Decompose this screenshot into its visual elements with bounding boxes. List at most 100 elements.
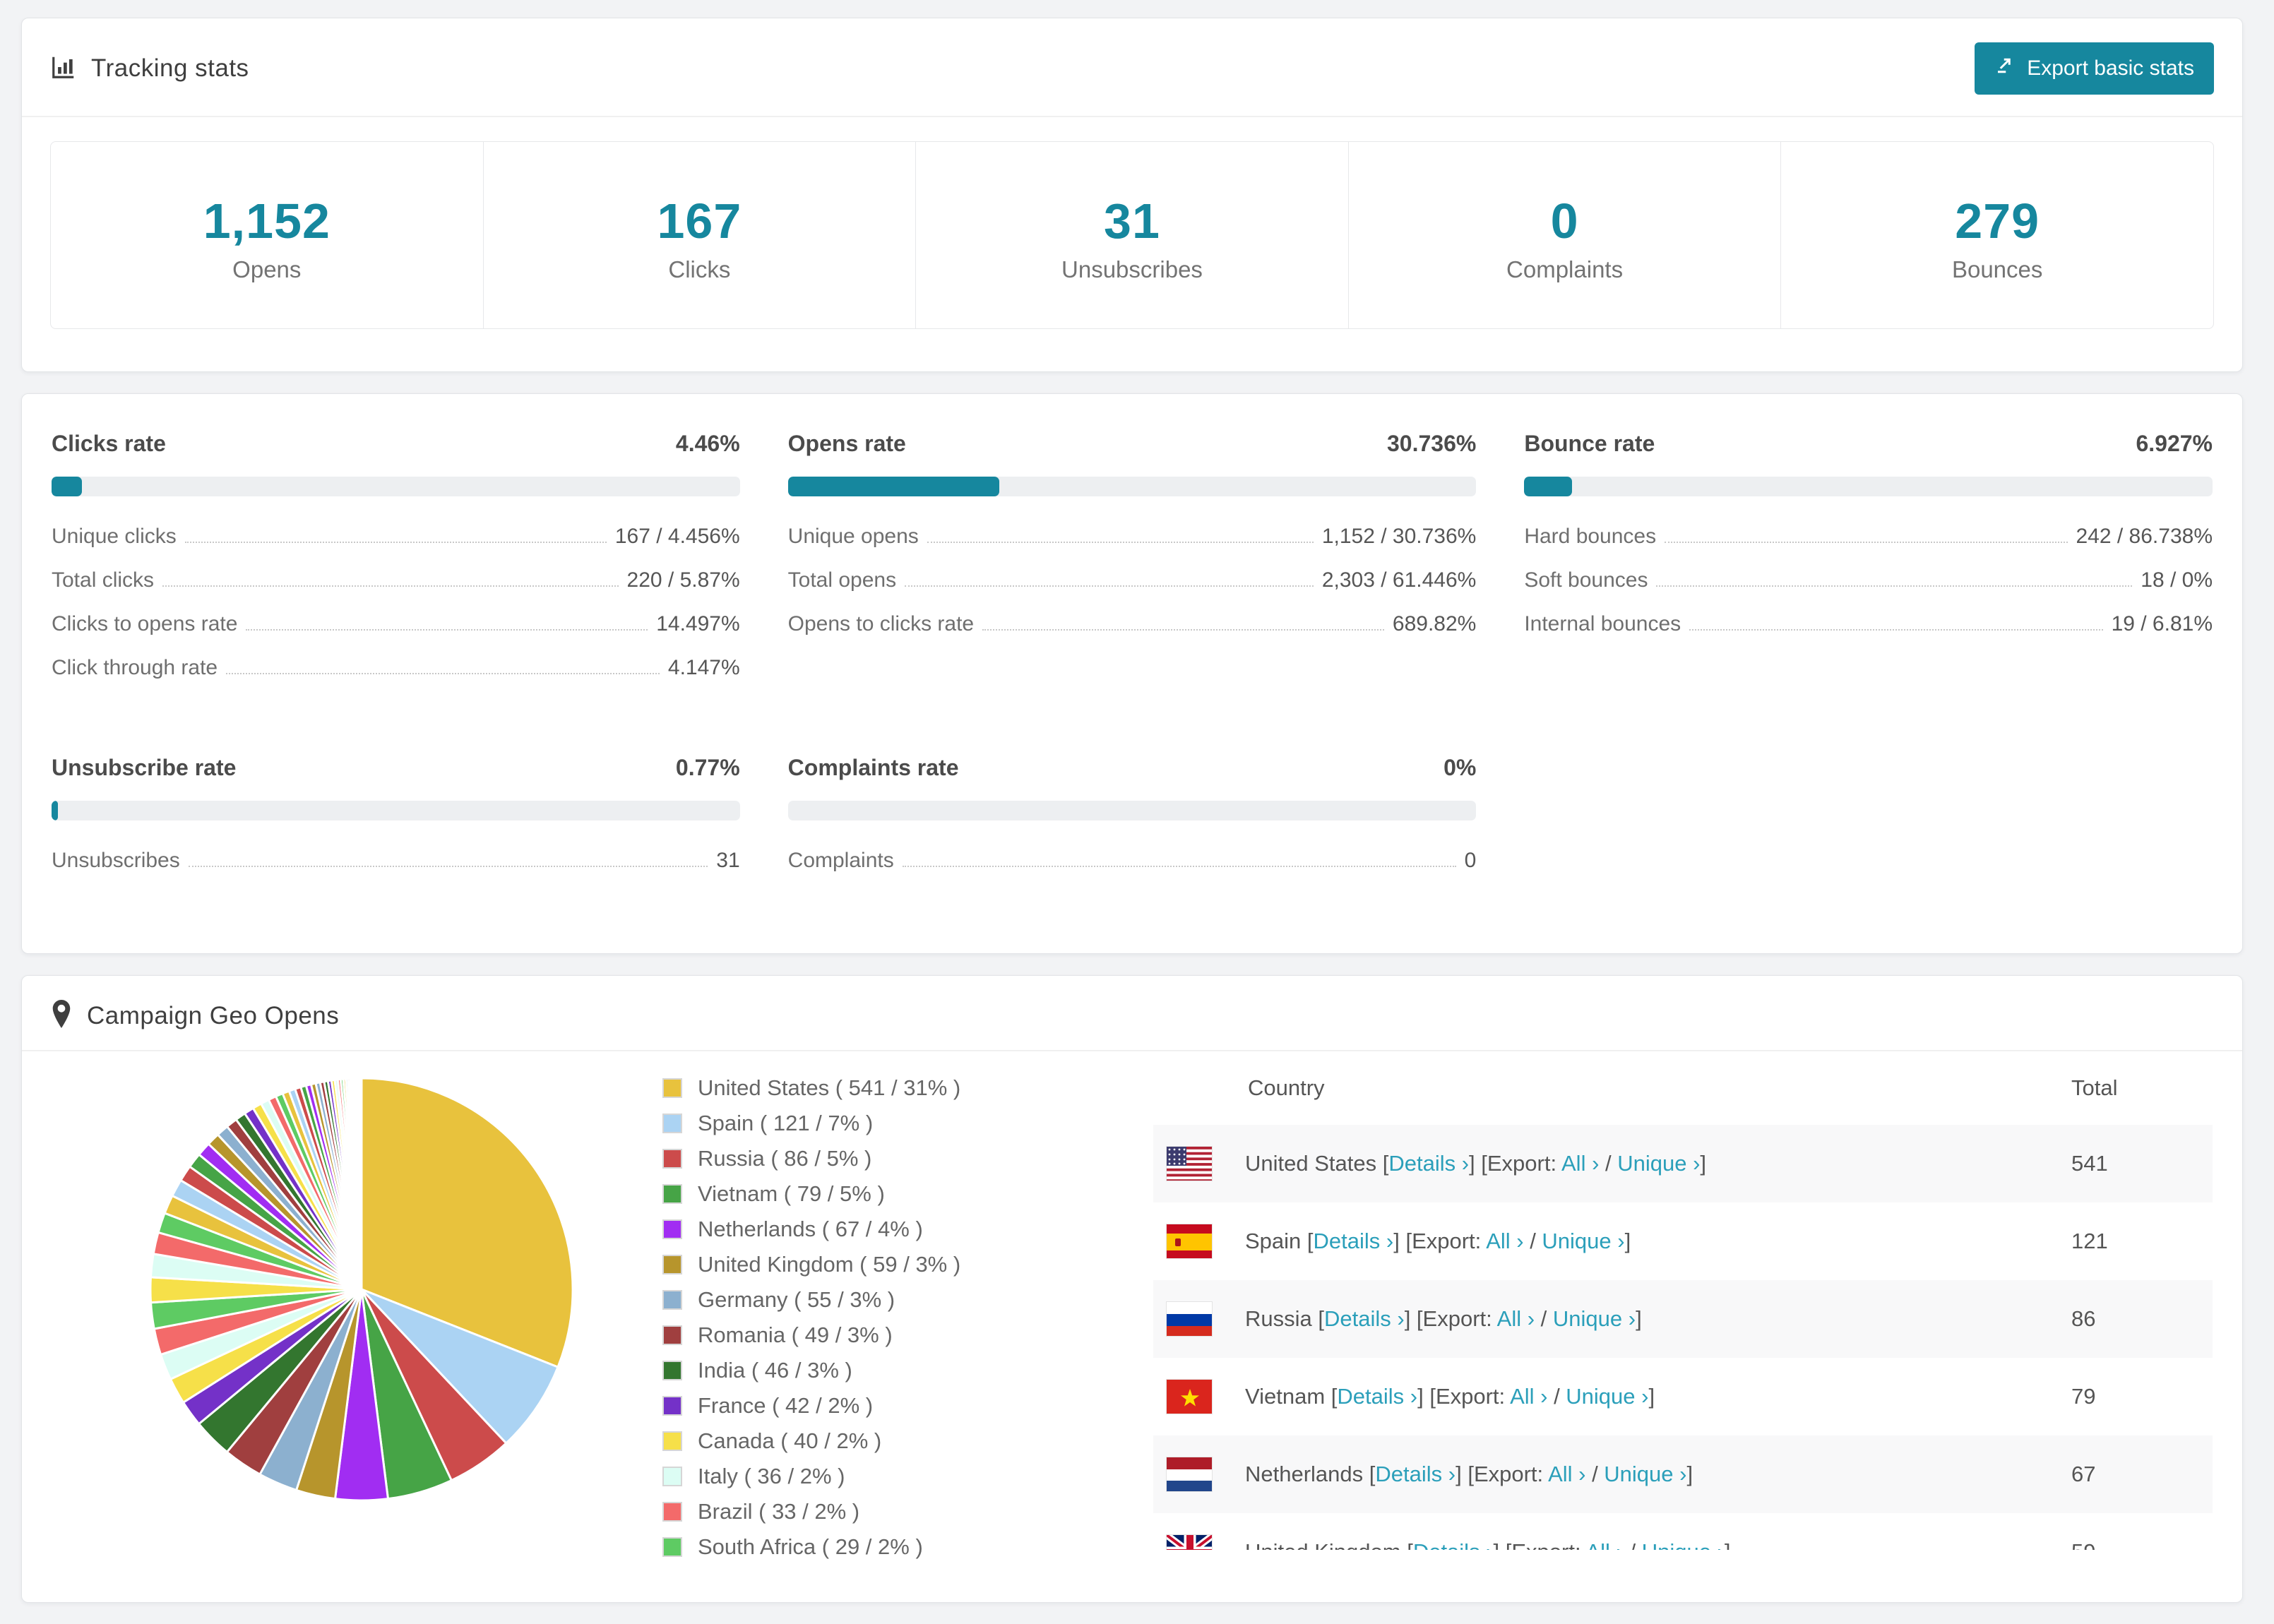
stat-row-value: 0 xyxy=(1464,849,1477,872)
export-unique-link[interactable]: Unique › xyxy=(1553,1306,1636,1331)
stat-row-complaints: Complaints 0 xyxy=(788,849,1477,872)
rate-detail-rows: Hard bounces 242 / 86.738% Soft bounces 18 … xyxy=(1524,525,2213,635)
details-link[interactable]: Details › xyxy=(1314,1229,1394,1253)
legend-label: Spain ( 121 / 7% ) xyxy=(698,1111,874,1135)
page-title: Tracking stats xyxy=(91,54,249,82)
legend-label: Germany ( 55 / 3% ) xyxy=(698,1287,895,1312)
tracking-stats-card: Tracking stats Export basic stats 1,152 O… xyxy=(21,18,2243,372)
stat-value: 31 xyxy=(1104,193,1160,249)
stat-row-total-opens: Total opens 2,303 / 61.446% xyxy=(788,568,1477,592)
export-unique-link[interactable]: Unique › xyxy=(1566,1384,1648,1409)
export-unique-link[interactable]: Unique › xyxy=(1542,1229,1624,1253)
legend-swatch xyxy=(662,1255,682,1274)
summary-row: 1,152 Opens 167 Clicks 31 Unsubscribes 0 Compla… xyxy=(50,141,2214,329)
dotted-leader xyxy=(1689,629,2103,631)
rate-panel-unsubscribe-rate: Unsubscribe rate 0.77% Unsubscribes 31 xyxy=(52,755,740,892)
export-all-link[interactable]: All › xyxy=(1497,1306,1535,1331)
legend-swatch xyxy=(662,1502,682,1522)
stat-value: 279 xyxy=(1955,193,2040,249)
export-unique-link[interactable]: Unique › xyxy=(1642,1539,1725,1550)
stat-row-unique-opens: Unique opens 1,152 / 30.736% xyxy=(788,525,1477,548)
pie-legend: United States ( 541 / 31% ) Spain ( 121 /… xyxy=(662,1075,1086,1570)
table-row-united-kingdom: United Kingdom [Details ›] [Export: All … xyxy=(1153,1513,2213,1550)
legend-label: Netherlands ( 67 / 4% ) xyxy=(698,1217,923,1241)
export-unique-link[interactable]: Unique › xyxy=(1617,1151,1700,1176)
legend-item-france: France ( 42 / 2% ) xyxy=(662,1393,1086,1419)
country-name: United States xyxy=(1245,1151,1383,1176)
stat-row-value: 31 xyxy=(716,849,740,872)
summary-stat-unsubscribes: 31 Unsubscribes xyxy=(915,142,1348,328)
export-all-link[interactable]: All › xyxy=(1585,1539,1623,1550)
country-cell: Spain [Details ›] [Export: All › / Uniqu… xyxy=(1153,1202,2071,1280)
export-unique-link[interactable]: Unique › xyxy=(1604,1462,1686,1486)
stat-row-total-clicks: Total clicks 220 / 5.87% xyxy=(52,568,740,592)
details-link[interactable]: Details › xyxy=(1413,1539,1494,1550)
summary-stat-clicks: 167 Clicks xyxy=(482,142,916,328)
flag-nl-icon xyxy=(1166,1457,1213,1492)
rate-value: 30.736% xyxy=(1387,431,1477,456)
details-link[interactable]: Details › xyxy=(1324,1306,1405,1331)
rate-panel-opens-rate: Opens rate 30.736% Unique opens 1,152 / 30.… xyxy=(787,431,1477,700)
export-all-link[interactable]: All › xyxy=(1548,1462,1585,1486)
pie-slice-other[interactable] xyxy=(359,1077,363,1291)
total-cell: 86 xyxy=(2071,1306,2096,1331)
rates-grid: Clicks rate 4.46% Unique clicks 167 / 4.456… xyxy=(22,394,2242,953)
export-all-link[interactable]: All › xyxy=(1486,1229,1523,1253)
bar-chart-icon xyxy=(50,54,77,84)
stat-label: Clicks xyxy=(668,256,731,282)
table-row-vietnam: Vietnam [Details ›] [Export: All › / Uni… xyxy=(1153,1358,2213,1435)
details-link[interactable]: Details › xyxy=(1388,1151,1469,1176)
rate-detail-rows: Complaints 0 xyxy=(788,849,1477,872)
geo-country-table-container: Country Total United States [Details ›] … xyxy=(1153,1051,2213,1550)
country-cell: United Kingdom [Details ›] [Export: All … xyxy=(1153,1513,2071,1550)
stat-row-clicks-to-opens-rate: Clicks to opens rate 14.497% xyxy=(52,612,740,635)
country-row-text: Spain [Details ›] [Export: All › / Uniqu… xyxy=(1245,1229,1631,1253)
rate-progress-track xyxy=(787,801,1477,820)
export-all-link[interactable]: All › xyxy=(1510,1384,1547,1409)
rate-progress-fill xyxy=(1524,477,1572,496)
country-cell: Netherlands [Details ›] [Export: All › /… xyxy=(1153,1435,2071,1513)
legend-item-russia: Russia ( 86 / 5% ) xyxy=(662,1146,1086,1171)
rate-value: 0% xyxy=(1443,755,1477,780)
stat-row-value: 689.82% xyxy=(1392,612,1477,635)
legend-item-india: India ( 46 / 3% ) xyxy=(662,1358,1086,1383)
dotted-leader xyxy=(184,542,607,543)
export-all-link[interactable]: All › xyxy=(1561,1151,1599,1176)
summary-stat-complaints: 0 Complaints xyxy=(1347,142,1781,328)
stat-row-value: 1,152 / 30.736% xyxy=(1321,525,1477,548)
stat-row-value: 19 / 6.81% xyxy=(2111,612,2213,635)
country-row-text: United Kingdom [Details ›] [Export: All … xyxy=(1245,1539,1731,1550)
export-basic-stats-button[interactable]: Export basic stats xyxy=(1975,42,2214,95)
geo-opens-pie-chart[interactable] xyxy=(52,1051,595,1511)
legend-swatch xyxy=(662,1219,682,1239)
stat-row-opens-to-clicks-rate: Opens to clicks rate 689.82% xyxy=(788,612,1477,635)
rates-card: Clicks rate 4.46% Unique clicks 167 / 4.456… xyxy=(21,393,2243,954)
rate-title: Opens rate xyxy=(787,431,906,456)
flag-gb-icon xyxy=(1166,1534,1213,1550)
country-name: Russia xyxy=(1245,1306,1318,1331)
rate-progress-track xyxy=(52,801,740,820)
geo-section-title: Campaign Geo Opens xyxy=(87,1001,340,1029)
details-link[interactable]: Details › xyxy=(1337,1384,1417,1409)
dotted-leader xyxy=(162,585,619,587)
stat-row-label: Unique clicks xyxy=(52,525,177,548)
rate-progress-track xyxy=(52,477,740,496)
stat-row-label: Unique opens xyxy=(787,525,919,548)
legend-swatch xyxy=(662,1113,682,1133)
total-cell: 67 xyxy=(2071,1462,2096,1486)
rate-panel-header: Unsubscribe rate 0.77% xyxy=(52,755,740,781)
legend-label: Italy ( 36 / 2% ) xyxy=(698,1464,845,1488)
country-name: Vietnam xyxy=(1245,1384,1331,1409)
country-cell: United States [Details ›] [Export: All ›… xyxy=(1153,1125,2071,1202)
stat-row-soft-bounces: Soft bounces 18 / 0% xyxy=(1524,568,2213,592)
dotted-leader xyxy=(927,542,1314,543)
flag-us-icon xyxy=(1166,1146,1213,1181)
stat-row-label: Soft bounces xyxy=(1524,568,1648,592)
stat-row-label: Clicks to opens rate xyxy=(52,612,238,635)
country-row-text: Vietnam [Details ›] [Export: All › / Uni… xyxy=(1245,1384,1655,1409)
details-link[interactable]: Details › xyxy=(1375,1462,1456,1486)
stat-row-label: Click through rate xyxy=(52,656,218,679)
total-cell: 121 xyxy=(2071,1229,2108,1253)
legend-swatch xyxy=(662,1149,682,1169)
legend-label: France ( 42 / 2% ) xyxy=(698,1393,874,1418)
